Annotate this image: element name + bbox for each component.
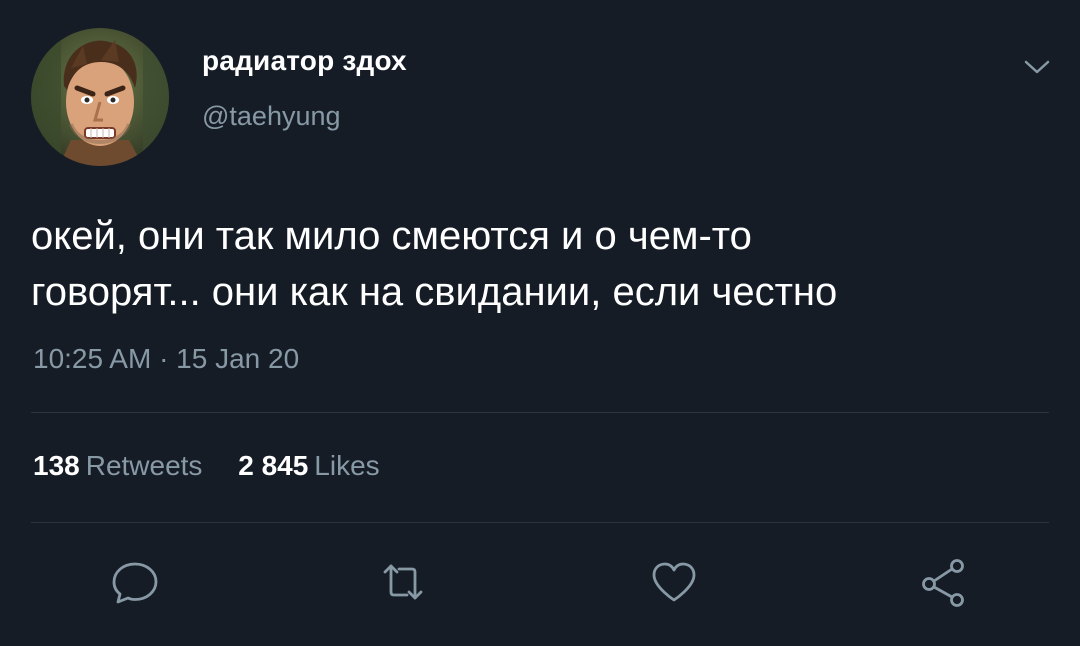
author-handle[interactable]: @taehyung [202, 101, 341, 132]
like-button[interactable] [648, 556, 700, 608]
retweets-stat[interactable]: 138 Retweets [33, 450, 202, 482]
heart-icon [652, 562, 696, 602]
retweet-icon [383, 564, 423, 600]
reply-icon [112, 562, 158, 604]
tweet-text-line-2: говорят... они как на свидании, если чес… [31, 270, 838, 314]
share-icon [922, 559, 964, 607]
likes-label: Likes [314, 450, 380, 481]
likes-count: 2 845 [238, 450, 309, 481]
retweet-button[interactable] [377, 556, 429, 608]
likes-stat[interactable]: 2 845 Likes [238, 450, 379, 482]
reply-button[interactable] [109, 556, 161, 608]
avatar-portrait-icon [31, 28, 169, 166]
share-button[interactable] [917, 556, 969, 608]
tweet-text: окей, они так мило смеются и о чем-то го… [31, 208, 1051, 320]
tweet-stats: 138 Retweets 2 845 Likes [33, 450, 408, 482]
divider [31, 412, 1049, 413]
chevron-down-icon[interactable] [1022, 56, 1052, 78]
tweet-timestamp[interactable]: 10:25 AM · 15 Jan 20 [33, 343, 299, 375]
retweets-label: Retweets [85, 450, 203, 481]
author-avatar[interactable] [31, 28, 169, 166]
tweet-card: радиатор здох @taehyung окей, они так ми… [0, 0, 1080, 646]
retweets-count: 138 [33, 450, 80, 481]
author-display-name[interactable]: радиатор здох [202, 45, 407, 77]
tweet-text-line-1: окей, они так мило смеются и о чем-то [31, 214, 752, 258]
divider [31, 522, 1049, 523]
